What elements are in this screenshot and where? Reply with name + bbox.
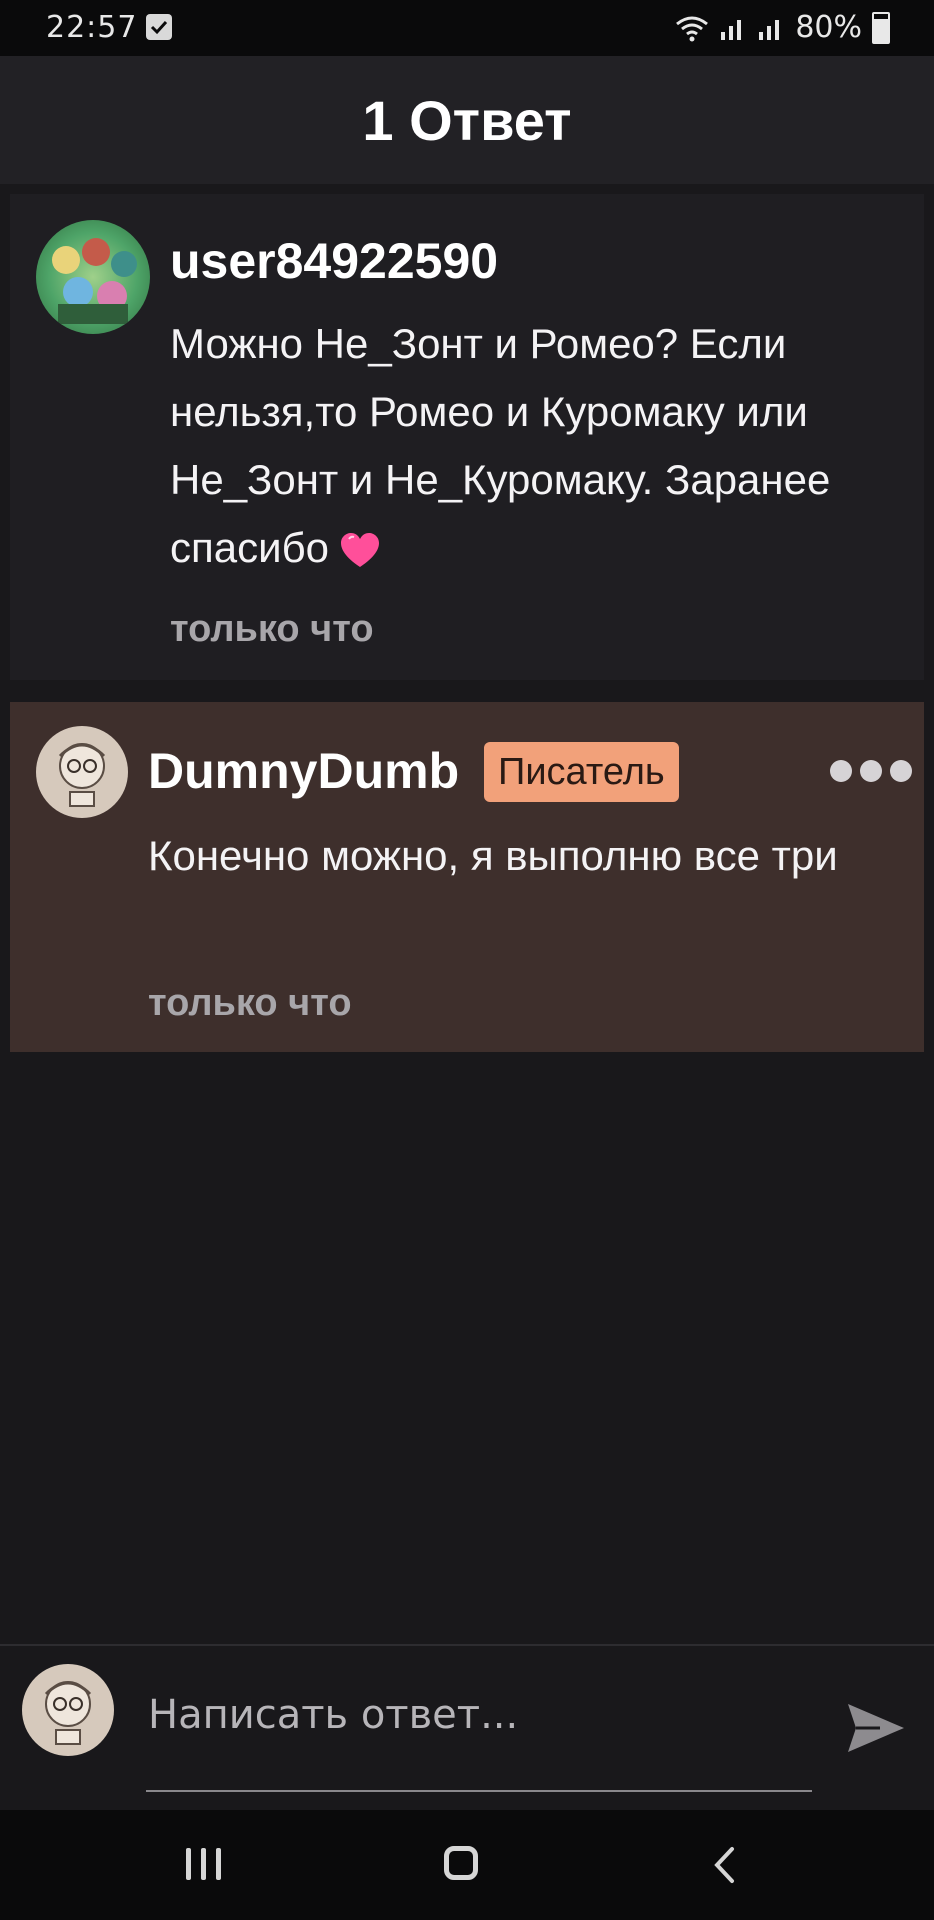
home-button[interactable] [444, 1846, 478, 1880]
composer-avatar [22, 1664, 114, 1756]
send-icon [848, 1704, 904, 1752]
dot-icon [830, 760, 852, 782]
avatar-image [44, 1681, 92, 1745]
notification-check-icon [146, 14, 172, 40]
timestamp: только что [148, 982, 352, 1024]
comment-text: Можно Не_Зонт и Ромео? Если нельзя,то Ро… [170, 310, 910, 582]
status-bar: 22:57 80% [0, 0, 934, 56]
recents-icon [186, 1848, 191, 1880]
reply-comment: DumnyDumb Писатель Конечно можно, я выпо… [10, 702, 924, 1052]
timestamp: только что [170, 608, 374, 650]
comment-body: Можно Не_Зонт и Ромео? Если нельзя,то Ро… [170, 320, 843, 571]
header: 1 Ответ [0, 56, 934, 184]
heart-icon [340, 532, 379, 567]
back-icon [714, 1847, 734, 1883]
avatar-image [58, 743, 106, 807]
navigation-bar [0, 1810, 934, 1920]
recents-button[interactable] [186, 1848, 221, 1880]
recents-icon [201, 1848, 206, 1880]
signal-icon-2 [759, 19, 780, 40]
dot-icon [890, 760, 912, 782]
divider [0, 1644, 934, 1646]
status-time: 22:57 [46, 10, 138, 45]
battery-icon [872, 11, 890, 44]
wifi-icon [676, 16, 709, 41]
original-comment: user84922590 Можно Не_Зонт и Ромео? Если… [10, 194, 924, 680]
avatar[interactable] [36, 726, 128, 818]
avatar[interactable] [36, 220, 150, 334]
more-options-button[interactable] [830, 760, 912, 784]
role-badge: Писатель [484, 742, 679, 802]
input-underline [146, 1790, 812, 1792]
status-indicators: 80% [675, 10, 890, 45]
comment-text: Конечно можно, я выполню все три [148, 832, 838, 879]
signal-icon [721, 19, 742, 40]
username[interactable]: DumnyDumb [148, 742, 459, 800]
page-title: 1 Ответ [362, 88, 572, 152]
avatar-image [52, 238, 137, 324]
dot-icon [860, 760, 882, 782]
send-button[interactable] [844, 1696, 908, 1760]
username[interactable]: user84922590 [170, 232, 498, 290]
back-button[interactable] [712, 1846, 736, 1889]
recents-icon [216, 1848, 221, 1880]
reply-input[interactable] [146, 1684, 816, 1746]
battery-percent: 80% [795, 10, 862, 45]
